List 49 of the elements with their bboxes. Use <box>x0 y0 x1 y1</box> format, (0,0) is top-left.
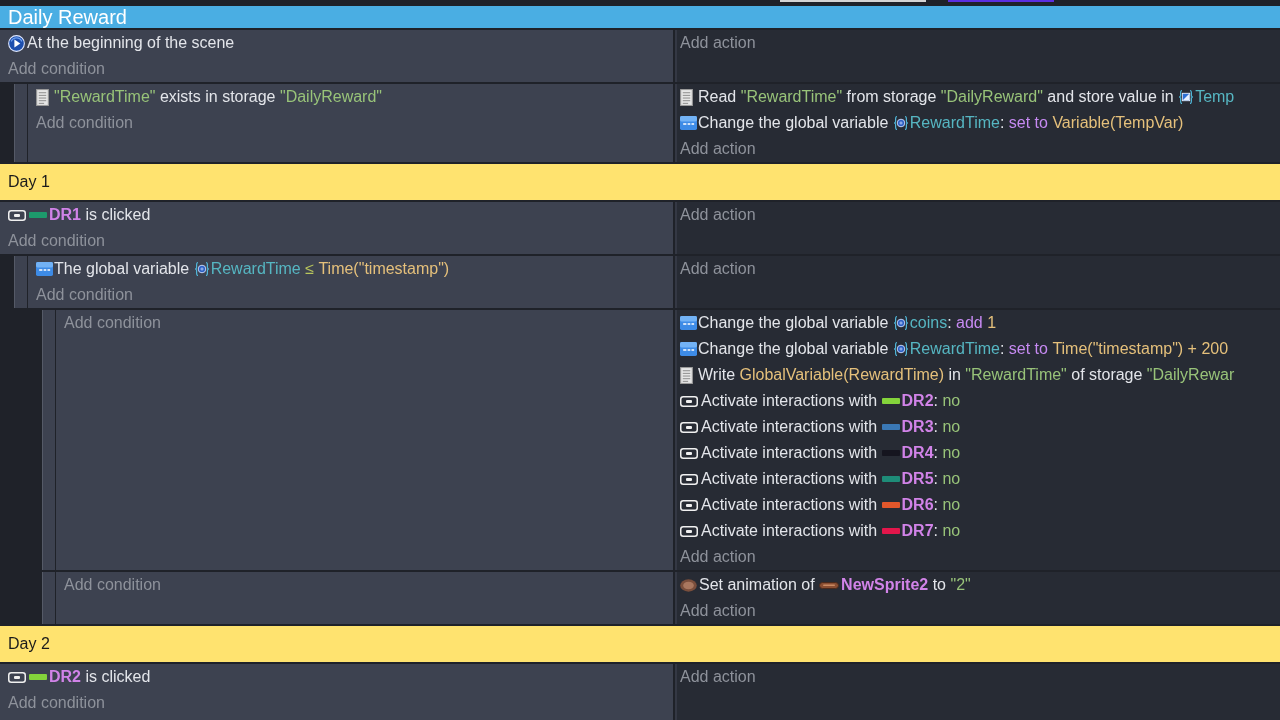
action-item[interactable]: Read "RewardTime" from storage "DailyReward" and store value in Temp <box>680 84 1235 110</box>
add-action-link[interactable]: Add action <box>680 136 756 162</box>
action-item[interactable]: Activate interactions with DR7: no <box>680 518 961 544</box>
add-action-link[interactable]: Add action <box>680 256 756 282</box>
action-item[interactable]: Activate interactions with DR3: no <box>680 414 961 440</box>
button-icon <box>680 395 698 407</box>
variable-icon <box>680 116 697 130</box>
document-icon <box>36 88 49 106</box>
action-item[interactable]: Activate interactions with DR6: no <box>680 492 961 518</box>
condition-item[interactable]: The global variable RewardTime ≤ Time("timestamp") <box>36 256 450 282</box>
sprite-thumbnail-icon <box>819 581 840 589</box>
add-action-link[interactable]: Add action <box>680 598 756 624</box>
action-item[interactable]: Write GlobalVariable(RewardTime) in "RewardTime" of storage "DailyRewar <box>680 362 1235 388</box>
document-icon <box>680 88 693 106</box>
comment-text[interactable]: Day 2 <box>8 632 50 656</box>
condition-item[interactable]: "RewardTime" exists in storage "DailyReward" <box>36 84 382 110</box>
button-icon <box>680 473 698 485</box>
action-item[interactable]: Activate interactions with DR5: no <box>680 466 961 492</box>
action-item[interactable]: Activate interactions with DR2: no <box>680 388 961 414</box>
braces-globe-icon <box>892 115 909 131</box>
action-item[interactable]: Change the global variable RewardTime: set to Time("timestamp") + 200 <box>680 336 1229 362</box>
braces-picture-icon <box>1178 89 1195 105</box>
button-icon <box>680 421 698 433</box>
condition-item[interactable]: DR2 is clicked <box>8 664 151 690</box>
action-item[interactable]: Change the global variable coins: add 1 <box>680 310 997 336</box>
add-action-link[interactable]: Add action <box>680 202 756 228</box>
braces-globe-icon <box>892 315 909 331</box>
action-item[interactable]: Change the global variable RewardTime: set to Variable(TempVar) <box>680 110 1184 136</box>
sprite-thumbnail-icon <box>680 578 697 592</box>
button-icon <box>8 671 26 683</box>
comment-text[interactable]: Day 1 <box>8 170 50 194</box>
button-icon <box>680 447 698 459</box>
add-action-link[interactable]: Add action <box>680 664 756 690</box>
add-action-link[interactable]: Add action <box>680 544 756 570</box>
play-icon <box>8 34 25 52</box>
document-icon <box>680 366 693 384</box>
action-item[interactable]: Set animation of NewSprite2 to "2" <box>680 572 971 598</box>
button-icon <box>680 525 698 537</box>
action-item[interactable]: Activate interactions with DR4: no <box>680 440 961 466</box>
button-icon <box>680 499 698 511</box>
braces-globe-icon <box>892 341 909 357</box>
add-action-link[interactable]: Add action <box>680 30 756 56</box>
button-icon <box>8 209 26 221</box>
variable-icon <box>680 316 697 330</box>
condition-item[interactable]: DR1 is clicked <box>8 202 151 228</box>
condition-item[interactable]: At the beginning of the scene <box>8 30 235 56</box>
variable-icon <box>680 342 697 356</box>
variable-icon <box>36 262 53 276</box>
braces-globe-icon <box>193 261 210 277</box>
